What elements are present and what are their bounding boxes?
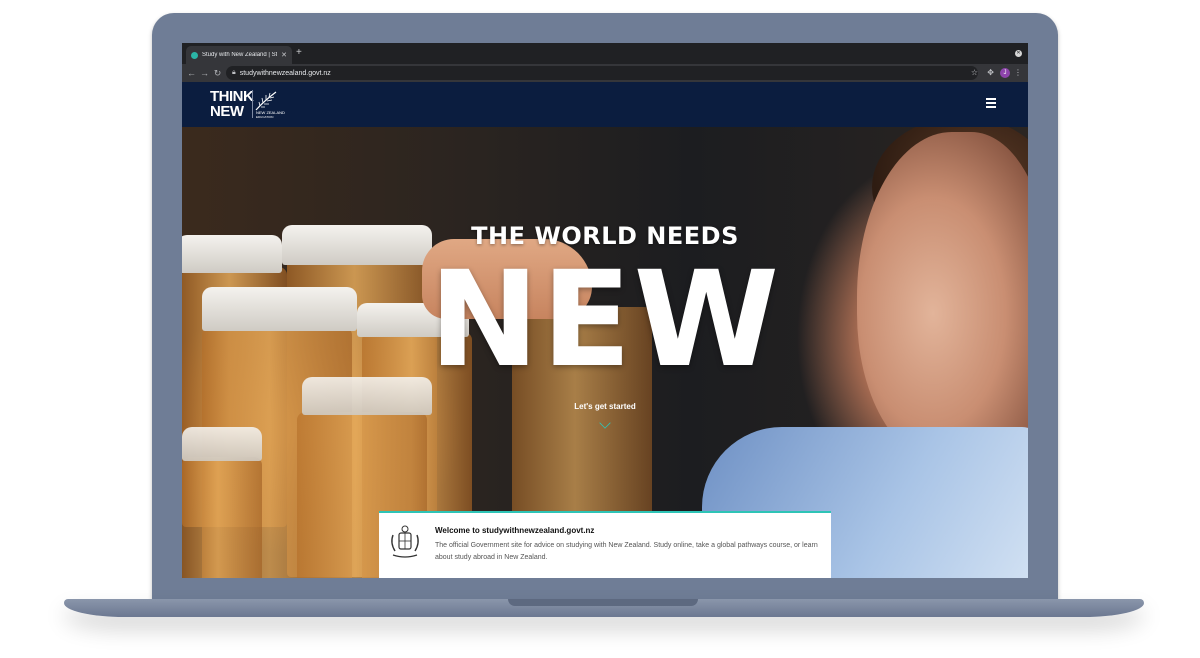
welcome-banner: Welcome to studywithnewzealand.govt.nz T… [379,511,831,578]
forward-icon[interactable]: → [198,68,211,78]
browser-toolbar: ← → ↻ 🔒︎ studywithnewzealand.govt.nz ☆ ✥… [182,64,1028,82]
hero-photo-jar-lid [182,427,262,461]
hamburger-menu-icon[interactable] [986,98,996,110]
fern-icon [255,91,277,111]
bookmark-star-icon[interactable]: ☆ [971,68,978,77]
back-icon[interactable]: ← [185,68,198,78]
logo-line-think: THINK [210,88,254,105]
reload-icon[interactable]: ↻ [211,68,224,79]
get-started-link[interactable]: Let's get started [182,402,1028,411]
banner-title: Welcome to studywithnewzealand.govt.nz [435,526,595,535]
menu-kebab-icon[interactable]: ⋮ [1014,68,1022,77]
address-bar[interactable]: 🔒︎ studywithnewzealand.govt.nz [226,66,978,80]
hero-photo-jar [182,457,262,578]
think-new-logo[interactable]: THINK NEW [210,88,254,120]
tab-bar: Study with New Zealand | Stu ✕ + ✕ [182,43,1028,64]
logo-line-new: NEW [210,103,244,120]
nz-coat-of-arms-icon [391,525,419,558]
lock-icon[interactable]: 🔒︎ [232,69,236,77]
profile-avatar[interactable]: J [1000,68,1010,78]
window-close-icon[interactable]: ✕ [1015,50,1022,57]
new-tab-button[interactable]: + [296,47,302,58]
browser-window: Study with New Zealand | Stu ✕ + ✕ ← → ↻… [182,43,1028,578]
site-header: THINK NEW NEW ZEALAND EDUCATION [182,82,1028,127]
close-tab-icon[interactable]: ✕ [281,51,287,59]
url-text[interactable]: studywithnewzealand.govt.nz [240,70,331,77]
favicon-icon [191,51,198,59]
banner-text: The official Government site for advice … [435,542,818,561]
browser-tab[interactable]: Study with New Zealand | Stu ✕ [186,46,292,64]
logo-subtitle: NEW ZEALAND EDUCATION [256,111,285,120]
hero-headline: NEW [428,243,782,397]
logo-sub-line2: EDUCATION [256,115,274,119]
tab-title: Study with New Zealand | Stu [202,52,278,58]
logo-divider [252,90,253,118]
extensions-icon[interactable]: ✥ [987,68,994,77]
laptop-notch [508,599,698,606]
